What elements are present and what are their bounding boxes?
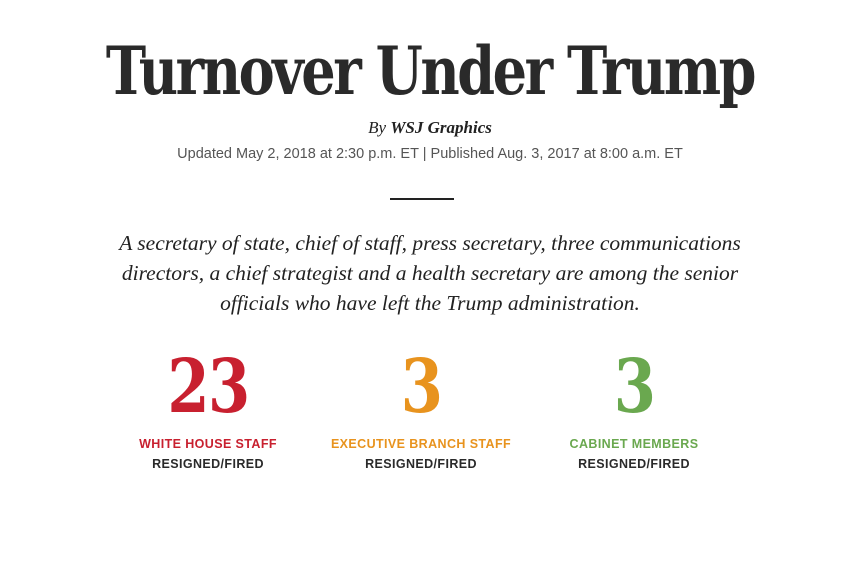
stat-number: 3 <box>613 344 656 430</box>
stat-label: WHITE HOUSE STAFF <box>139 437 277 451</box>
article-header: Turnover Under Trump By WSJ Graphics Upd… <box>0 0 860 569</box>
divider <box>390 198 454 200</box>
dateline: Updated May 2, 2018 at 2:30 p.m. ET | Pu… <box>177 146 683 162</box>
stat-sublabel: RESIGNED/FIRED <box>152 457 264 471</box>
byline-prefix: By <box>368 118 387 137</box>
stat-cabinet: 3 CABINET MEMBERS RESIGNED/FIRED <box>524 344 744 474</box>
stat-label: EXECUTIVE BRANCH STAFF <box>330 437 512 451</box>
stat-executive-branch: 3 EXECUTIVE BRANCH STAFF RESIGNED/FIRED <box>311 344 531 474</box>
stat-number: 3 <box>400 344 443 430</box>
stat-number: 23 <box>167 344 250 430</box>
byline: By WSJ Graphics <box>0 118 860 138</box>
page-title: Turnover Under Trump <box>105 32 757 110</box>
byline-author-link[interactable]: WSJ Graphics <box>390 118 492 137</box>
stat-label: CABINET MEMBERS <box>569 437 699 451</box>
stat-sublabel: RESIGNED/FIRED <box>365 457 477 471</box>
stat-white-house: 23 WHITE HOUSE STAFF RESIGNED/FIRED <box>98 344 318 474</box>
stat-sublabel: RESIGNED/FIRED <box>578 457 690 471</box>
article-dek: A secretary of state, chief of staff, pr… <box>119 231 741 315</box>
